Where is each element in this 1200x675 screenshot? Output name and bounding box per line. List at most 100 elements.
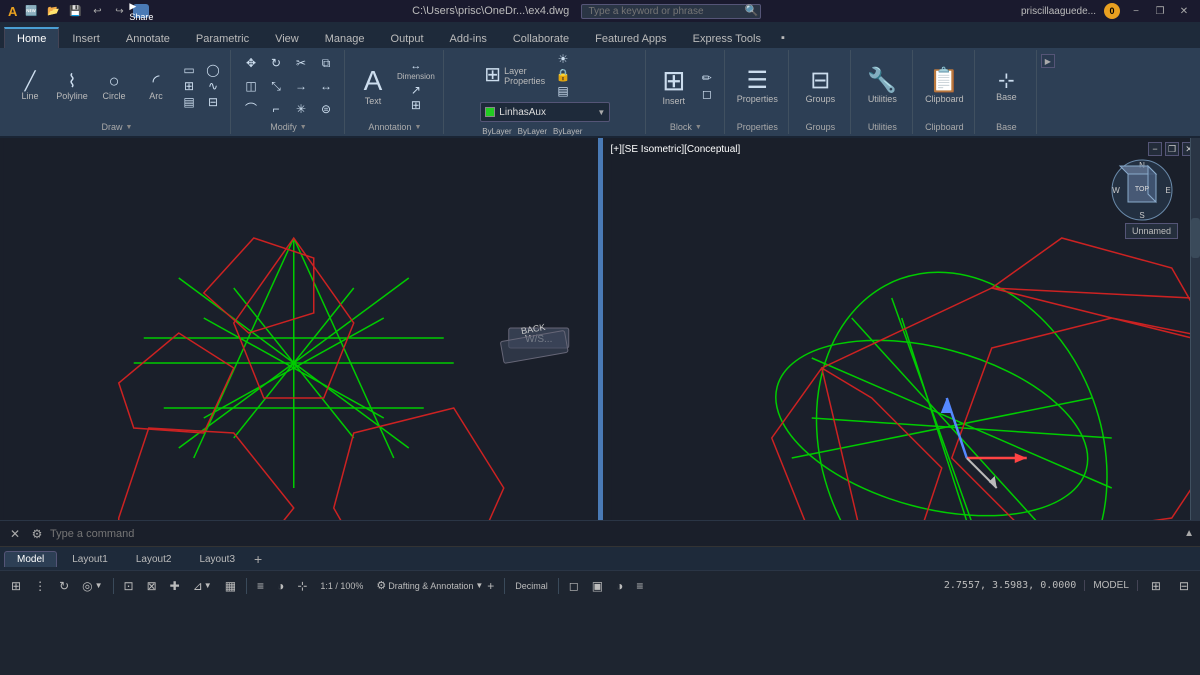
chamfer-button[interactable]: ⌐	[264, 102, 288, 116]
tab-parametric[interactable]: Parametric	[183, 27, 262, 48]
win-restore[interactable]: ❐	[1152, 4, 1168, 18]
hatch-button[interactable]: ⊞	[178, 79, 200, 93]
tab-model[interactable]: Model	[4, 551, 57, 567]
tab-layout1[interactable]: Layout1	[59, 551, 121, 567]
polyline-button[interactable]: ⌇ Polyline	[52, 69, 92, 104]
annotscale-btn[interactable]: 1:1 / 100%	[315, 575, 368, 597]
region-button[interactable]: ⊟	[202, 95, 224, 109]
modify-dropdown-arrow[interactable]: ▼	[300, 124, 307, 131]
ribbon-expand-button[interactable]: ▶	[1041, 54, 1055, 68]
fillet-button[interactable]: ⌒	[239, 102, 263, 116]
vp-restore[interactable]: ❐	[1165, 142, 1179, 156]
otrack-btn[interactable]: ✚	[165, 575, 185, 597]
offset-button[interactable]: ⊜	[314, 102, 338, 116]
lock-button[interactable]: 🔒	[552, 68, 574, 82]
qa-redo[interactable]: ↪	[111, 4, 127, 18]
workspace-dropdown[interactable]: ▼	[475, 581, 483, 590]
layerstate-button[interactable]: ▤	[552, 84, 574, 98]
3dosnap-btn[interactable]: ⊠	[142, 575, 162, 597]
properties-btn-status[interactable]: ◑	[611, 575, 628, 597]
search-input[interactable]	[581, 4, 761, 19]
tab-layout3[interactable]: Layout3	[186, 551, 248, 567]
win-close[interactable]: ✕	[1176, 4, 1192, 18]
cmd-expand-btn[interactable]: ▲	[1184, 528, 1194, 539]
layer-dropdown-arrow[interactable]: ▼	[597, 108, 605, 117]
tab-annotate[interactable]: Annotate	[113, 27, 183, 48]
scroll-bar-right[interactable]	[1190, 138, 1200, 520]
custom-model-btn[interactable]: ⊟	[1174, 575, 1194, 597]
qa-save[interactable]: 💾	[67, 4, 83, 18]
ellipse-button[interactable]: ◯	[202, 63, 224, 77]
tab-more[interactable]: ▪	[774, 26, 792, 48]
text-button[interactable]: A Text	[353, 64, 393, 109]
lineweight-btn[interactable]: ≡	[252, 575, 269, 597]
line-button[interactable]: ╱ Line	[10, 69, 50, 104]
isolate-btn[interactable]: ◻	[564, 575, 584, 597]
qa-share[interactable]: ▶ Share	[133, 4, 149, 18]
vp-minimize[interactable]: −	[1148, 142, 1162, 156]
spline-button[interactable]: ∿	[202, 79, 224, 93]
ucs-btn[interactable]: ⊿▼	[188, 575, 217, 597]
tab-view[interactable]: View	[262, 27, 312, 48]
explode-button[interactable]: ✳	[289, 102, 313, 116]
tab-output[interactable]: Output	[378, 27, 437, 48]
workspace-plus[interactable]: +	[487, 579, 494, 593]
clipboard-button[interactable]: 📋 Clipboard	[921, 66, 968, 107]
polar-btn[interactable]: ◎▼	[77, 575, 107, 597]
tab-layout2[interactable]: Layout2	[123, 551, 185, 567]
tab-home[interactable]: Home	[4, 27, 59, 48]
dyn-btn[interactable]: ▦	[220, 575, 241, 597]
leader-button[interactable]: ↗	[395, 83, 437, 97]
trim-button[interactable]: ✂	[289, 56, 313, 70]
units-select[interactable]: Decimal	[510, 575, 553, 597]
command-input[interactable]	[50, 528, 1180, 540]
tab-insert[interactable]: Insert	[59, 27, 113, 48]
block-dropdown-arrow[interactable]: ▼	[695, 124, 702, 131]
groups-button[interactable]: ⊟ Groups	[800, 66, 840, 107]
ortho-btn[interactable]: ↻	[54, 575, 74, 597]
base-button[interactable]: ⊹ Base	[992, 69, 1020, 104]
table-button[interactable]: ⊞	[395, 98, 437, 112]
circle-button[interactable]: ○ Circle	[94, 69, 134, 104]
select-btn[interactable]: ⊹	[292, 575, 312, 597]
qa-undo[interactable]: ↩	[89, 4, 105, 18]
scroll-thumb-v[interactable]	[1191, 218, 1200, 258]
cmd-settings-btn[interactable]: ⚙	[28, 527, 46, 541]
tab-addins[interactable]: Add-ins	[437, 27, 500, 48]
insert-button[interactable]: ⊞ Insert	[654, 64, 694, 109]
annotation-dropdown-arrow[interactable]: ▼	[414, 124, 421, 131]
rect-button[interactable]: ▭	[178, 63, 200, 77]
draw-dropdown-arrow[interactable]: ▼	[126, 124, 133, 131]
blockedit-button[interactable]: ✏	[696, 71, 718, 85]
win-min[interactable]: −	[1128, 4, 1144, 18]
qa-open[interactable]: 📂	[45, 4, 61, 18]
layer-selector[interactable]: LinhasAux ▼	[480, 102, 610, 122]
transparency-btn[interactable]: ◑	[272, 575, 289, 597]
mirror-button[interactable]: ◫	[239, 79, 263, 93]
linetype-by-layer[interactable]: ByLayer	[516, 126, 549, 137]
stretch-button[interactable]: ↔	[314, 79, 338, 93]
dim-button[interactable]: ↔ Dimension	[395, 60, 437, 82]
tab-collaborate[interactable]: Collaborate	[500, 27, 582, 48]
layerprop-button[interactable]: ⊞ Layer Properties	[480, 62, 548, 89]
customui-btn[interactable]: ≡	[631, 575, 648, 597]
lineweight-by-layer[interactable]: ByLayer	[551, 126, 584, 137]
tab-add-button[interactable]: +	[250, 552, 266, 566]
gradient-button[interactable]: ▤	[178, 95, 200, 109]
tab-manage[interactable]: Manage	[312, 27, 378, 48]
rotate-button[interactable]: ↻	[264, 56, 288, 70]
properties-button[interactable]: ☰ Properties	[733, 66, 782, 107]
workspace-btn[interactable]: ⚙ Drafting & Annotation ▼ +	[371, 575, 499, 597]
tab-expresstools[interactable]: Express Tools	[680, 27, 774, 48]
viewport-display-btn[interactable]: ⊞	[1146, 575, 1166, 597]
copy-button[interactable]: ⧉	[314, 56, 338, 70]
cmd-close-btn[interactable]: ✕	[6, 527, 24, 541]
snap-btn[interactable]: ⊞	[6, 575, 26, 597]
arc-button[interactable]: ◜ Arc	[136, 69, 176, 104]
move-button[interactable]: ✥	[239, 56, 263, 70]
utilities-button[interactable]: 🔧 Utilities	[862, 66, 902, 107]
blockdef-button[interactable]: ◻	[696, 87, 718, 101]
osnap-btn[interactable]: ⊡	[119, 575, 139, 597]
search-icon[interactable]: 🔍	[745, 5, 759, 17]
extend-button[interactable]: →	[289, 79, 313, 93]
